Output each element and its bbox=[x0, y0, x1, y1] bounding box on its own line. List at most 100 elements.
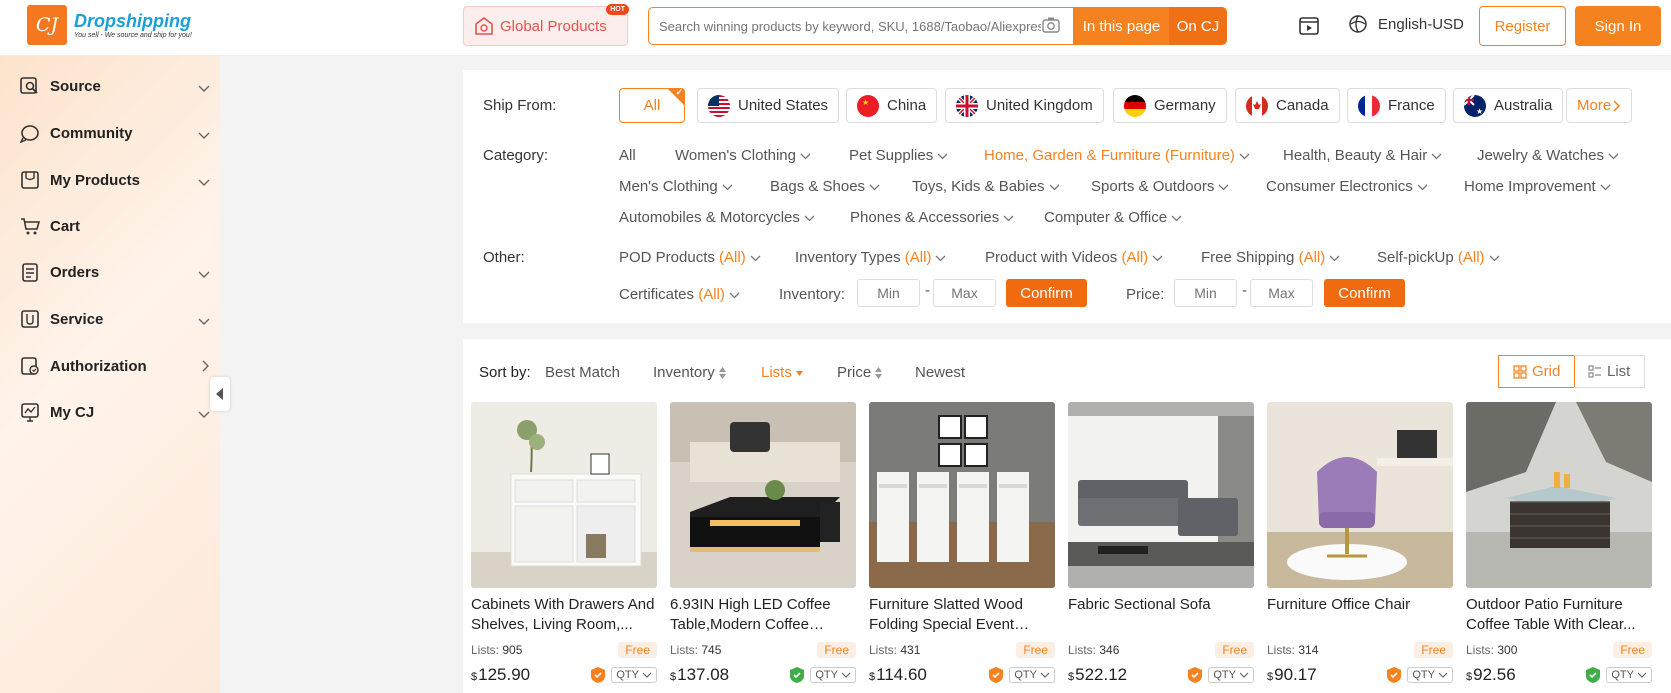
search-box bbox=[648, 7, 1074, 45]
product-image-office-chair[interactable] bbox=[1267, 402, 1453, 588]
ship-from-cn-chip[interactable]: ★ China bbox=[846, 88, 938, 123]
category-pet-supplies[interactable]: Pet Supplies bbox=[849, 147, 948, 164]
sidebar-collapse-toggle[interactable] bbox=[210, 377, 230, 411]
product-image-patio-table[interactable] bbox=[1466, 402, 1652, 588]
ship-from-gb-chip[interactable]: United Kingdom bbox=[945, 88, 1104, 123]
shipping-orange-icon bbox=[591, 667, 606, 683]
filter-pod-products[interactable]: POD Products (All) bbox=[619, 249, 761, 266]
svg-text:★: ★ bbox=[1476, 107, 1483, 116]
product-card[interactable]: Furniture Office Chair Lists: 314 Free $… bbox=[1267, 402, 1453, 692]
filter-inventory-types[interactable]: Inventory Types (All) bbox=[795, 249, 946, 266]
qty-selector[interactable]: QTY bbox=[810, 667, 856, 683]
sort-lists[interactable]: Lists bbox=[761, 364, 804, 381]
filter-free-shipping[interactable]: Free Shipping (All) bbox=[1201, 249, 1340, 266]
category-home-improvement[interactable]: Home Improvement bbox=[1464, 178, 1611, 195]
category-consumer-electronics[interactable]: Consumer Electronics bbox=[1266, 178, 1428, 195]
category-phones-accessories[interactable]: Phones & Accessories bbox=[850, 209, 1014, 226]
product-image-cabinet[interactable] bbox=[471, 402, 657, 588]
category-toys-kids-babies[interactable]: Toys, Kids & Babies bbox=[912, 178, 1060, 195]
qty-selector[interactable]: QTY bbox=[1009, 667, 1055, 683]
more-countries-button[interactable]: More bbox=[1566, 88, 1633, 123]
register-button[interactable]: Register bbox=[1479, 6, 1566, 46]
category-health-beauty-hair[interactable]: Health, Beauty & Hair bbox=[1283, 147, 1442, 164]
product-card[interactable]: Fabric Sectional Sofa Lists: 346 Free $5… bbox=[1068, 402, 1254, 692]
sidebar-item-cart[interactable]: Cart bbox=[20, 211, 210, 241]
ship-from-au-chip[interactable]: ★ Australia bbox=[1453, 88, 1564, 123]
sidebar-item-my-cj[interactable]: My CJ bbox=[20, 397, 210, 427]
product-title[interactable]: Cabinets With Drawers And Shelves, Livin… bbox=[471, 595, 657, 635]
search-input[interactable] bbox=[649, 18, 1041, 34]
category-all[interactable]: All bbox=[619, 147, 636, 164]
product-image-folding-chairs[interactable] bbox=[869, 402, 1055, 588]
category-computer-office[interactable]: Computer & Office bbox=[1044, 209, 1182, 226]
qty-selector[interactable]: QTY bbox=[1407, 667, 1453, 683]
price-min-input[interactable] bbox=[1174, 279, 1237, 307]
language-currency-selector[interactable]: English-USD bbox=[1348, 14, 1464, 34]
currency-symbol: $ bbox=[1068, 671, 1075, 683]
filter-self-pickup[interactable]: Self-pickUp (All) bbox=[1377, 249, 1500, 266]
camera-search-icon[interactable] bbox=[1041, 16, 1065, 37]
product-title[interactable]: Furniture Slatted Wood Folding Special E… bbox=[869, 595, 1055, 635]
product-title[interactable]: Fabric Sectional Sofa bbox=[1068, 595, 1254, 635]
sort-best-match[interactable]: Best Match bbox=[545, 364, 620, 381]
range-dash: - bbox=[1242, 282, 1247, 299]
logo-mark: CJ bbox=[27, 5, 67, 45]
list-view-button[interactable]: List bbox=[1574, 355, 1646, 388]
category-sports-outdoors[interactable]: Sports & Outdoors bbox=[1091, 178, 1229, 195]
grid-view-button[interactable]: Grid bbox=[1498, 355, 1576, 388]
price-value: 137.08 bbox=[677, 665, 730, 684]
product-image-coffee-table[interactable] bbox=[670, 402, 856, 588]
sidebar-item-service[interactable]: Service bbox=[20, 304, 210, 334]
sidebar-item-label: Service bbox=[50, 310, 104, 328]
qty-selector[interactable]: QTY bbox=[1208, 667, 1254, 683]
product-title[interactable]: Furniture Office Chair bbox=[1267, 595, 1453, 635]
product-card[interactable]: Outdoor Patio Furniture Coffee Table Wit… bbox=[1466, 402, 1652, 692]
category-automobiles-motorcycles[interactable]: Automobiles & Motorcycles bbox=[619, 209, 815, 226]
category-home-garden-furniture[interactable]: Home, Garden & Furniture (Furniture) bbox=[984, 147, 1250, 164]
category-womens-clothing[interactable]: Women's Clothing bbox=[675, 147, 811, 164]
category-bags-shoes[interactable]: Bags & Shoes bbox=[770, 178, 880, 195]
ship-from-all-chip[interactable]: All ✓ bbox=[619, 87, 685, 123]
category-jewelry-watches[interactable]: Jewelry & Watches bbox=[1477, 147, 1619, 164]
sort-price[interactable]: Price bbox=[837, 364, 883, 381]
ship-from-ca-chip[interactable]: Canada bbox=[1235, 88, 1340, 123]
inventory-max-input[interactable] bbox=[933, 279, 996, 307]
product-card[interactable]: Cabinets With Drawers And Shelves, Livin… bbox=[471, 402, 657, 692]
sidebar-item-orders[interactable]: Orders bbox=[20, 257, 210, 287]
product-title[interactable]: 6.93IN High LED Coffee Table,Modern Coff… bbox=[670, 595, 856, 635]
filter-label: Inventory Types bbox=[795, 249, 901, 266]
sidebar-item-source[interactable]: Source bbox=[20, 71, 210, 101]
product-card[interactable]: Furniture Slatted Wood Folding Special E… bbox=[869, 402, 1055, 692]
filter-value: (All) bbox=[1121, 249, 1149, 266]
search-on-cj-button[interactable]: On CJ bbox=[1169, 7, 1227, 45]
product-image-sectional-sofa[interactable] bbox=[1068, 402, 1254, 588]
ship-from-de-chip[interactable]: Germany bbox=[1113, 88, 1227, 123]
global-products-button[interactable]: Global Products HOT bbox=[463, 4, 629, 46]
sort-newest[interactable]: Newest bbox=[915, 364, 965, 381]
qty-selector[interactable]: QTY bbox=[611, 667, 657, 683]
product-card[interactable]: 6.93IN High LED Coffee Table,Modern Coff… bbox=[670, 402, 856, 692]
product-price: $92.56 bbox=[1466, 665, 1584, 685]
range-dash: - bbox=[925, 282, 930, 299]
logo[interactable]: CJ Dropshipping You sell - We source and… bbox=[27, 5, 192, 45]
video-icon[interactable] bbox=[1298, 15, 1320, 40]
sign-in-button[interactable]: Sign In bbox=[1575, 6, 1661, 46]
category-mens-clothing[interactable]: Men's Clothing bbox=[619, 178, 733, 195]
inventory-min-input[interactable] bbox=[857, 279, 920, 307]
chevron-down-icon bbox=[198, 406, 210, 423]
sidebar-item-community[interactable]: Community bbox=[20, 118, 210, 148]
ship-from-us-chip[interactable]: United States bbox=[697, 88, 840, 123]
price-max-input[interactable] bbox=[1250, 279, 1313, 307]
filter-certificates[interactable]: Certificates (All) bbox=[619, 286, 740, 303]
filter-product-with-videos[interactable]: Product with Videos (All) bbox=[985, 249, 1163, 266]
inventory-confirm-button[interactable]: Confirm bbox=[1006, 279, 1087, 307]
sidebar-item-my-products[interactable]: My Products bbox=[20, 165, 210, 195]
price-confirm-button[interactable]: Confirm bbox=[1324, 279, 1405, 307]
product-title[interactable]: Outdoor Patio Furniture Coffee Table Wit… bbox=[1466, 595, 1652, 635]
ship-from-fr-chip[interactable]: France bbox=[1347, 88, 1446, 123]
qty-selector[interactable]: QTY bbox=[1606, 667, 1652, 683]
search-in-page-button[interactable]: In this page bbox=[1074, 7, 1169, 45]
sort-inventory[interactable]: Inventory bbox=[653, 364, 727, 381]
caret-left-icon bbox=[216, 388, 223, 400]
sidebar-item-authorization[interactable]: Authorization bbox=[20, 351, 210, 381]
